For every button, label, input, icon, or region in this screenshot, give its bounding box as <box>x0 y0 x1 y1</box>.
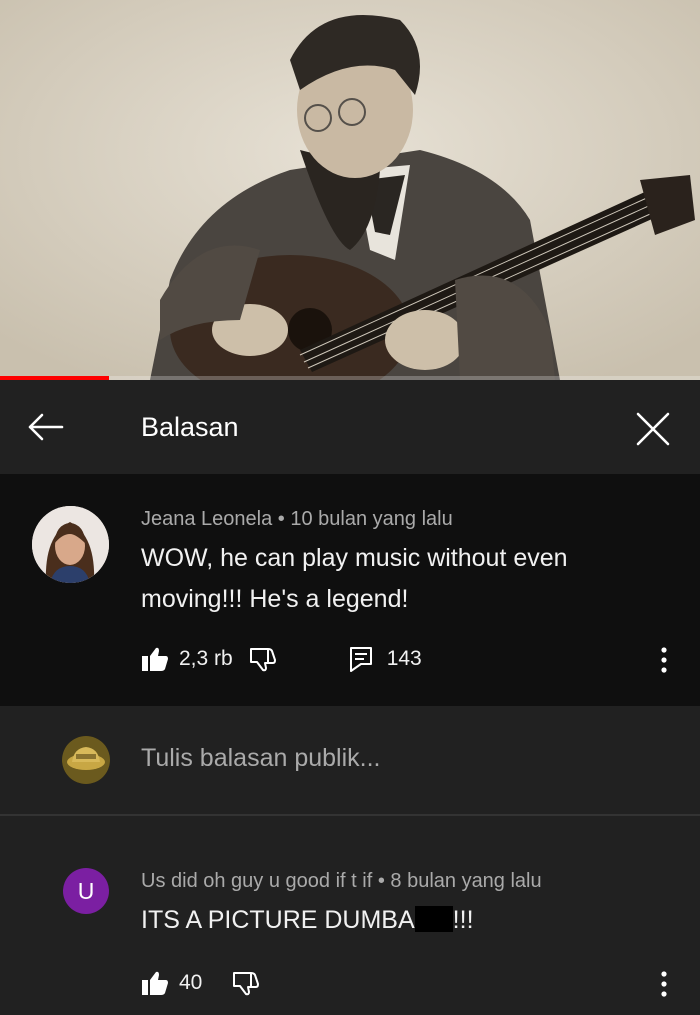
comment-time: 8 bulan yang lalu <box>390 870 542 892</box>
replies-button[interactable]: 143 <box>349 646 422 672</box>
comment-author[interactable]: Us did oh guy u good if t if <box>141 870 372 892</box>
like-button[interactable]: 2,3 rb <box>141 646 233 672</box>
user-avatar-image <box>62 736 110 784</box>
comment-author[interactable]: Jeana Leonela <box>141 508 272 530</box>
like-count: 40 <box>179 971 203 994</box>
comment-meta: Jeana Leonela • 10 bulan yang lalu <box>141 508 453 531</box>
like-button[interactable]: 40 <box>141 970 202 996</box>
like-count: 2,3 rb <box>179 647 233 670</box>
arrow-left-icon <box>28 413 64 441</box>
meta-separator: • <box>377 870 385 892</box>
comment-text-start: ITS A PICTURE DUMBA <box>141 906 415 934</box>
dislike-button[interactable] <box>232 970 260 996</box>
close-icon <box>636 412 670 446</box>
comment-time: 10 bulan yang lalu <box>290 508 453 530</box>
comment-actions: 40 <box>141 966 260 1000</box>
comment-meta: Us did oh guy u good if t if • 8 bulan y… <box>141 870 542 893</box>
censor-bar <box>414 906 453 932</box>
comment-icon <box>349 647 372 672</box>
meta-separator: • <box>277 508 285 530</box>
thumbs-down-icon <box>249 648 276 672</box>
more-vert-icon <box>661 647 667 673</box>
comment-text-end: !!! <box>452 906 474 934</box>
reply-count: 143 <box>386 647 422 670</box>
back-button[interactable] <box>22 404 68 450</box>
reply-comment: U Us did oh guy u good if t if • 8 bulan… <box>0 816 700 1015</box>
highlighted-comment: Jeana Leonela • 10 bulan yang lalu WOW, … <box>0 474 700 706</box>
thumbs-up-icon <box>142 971 168 995</box>
comment-actions: 2,3 rb 143 <box>141 642 422 676</box>
reply-input[interactable]: Tulis balasan publik... <box>141 744 380 773</box>
more-options-button[interactable] <box>646 640 682 680</box>
comment-text: ITS A PICTURE DUMBA!!! <box>141 900 661 941</box>
close-button[interactable] <box>628 404 678 454</box>
avatar[interactable]: U <box>63 868 109 914</box>
more-options-button[interactable] <box>646 964 682 1004</box>
replies-header: Balasan <box>0 380 700 474</box>
avatar <box>62 736 110 784</box>
user-photo-image <box>32 506 109 583</box>
dislike-button[interactable] <box>249 646 277 672</box>
reply-composer: Tulis balasan publik... <box>0 706 700 814</box>
video-player[interactable] <box>0 0 700 380</box>
thumbs-down-icon <box>233 972 260 996</box>
page-title: Balasan <box>141 412 239 442</box>
more-vert-icon <box>661 971 667 997</box>
avatar[interactable] <box>32 506 109 583</box>
video-frame-image <box>0 0 700 380</box>
thumbs-up-icon <box>142 647 168 671</box>
comment-text: WOW, he can play music without even movi… <box>141 544 568 613</box>
